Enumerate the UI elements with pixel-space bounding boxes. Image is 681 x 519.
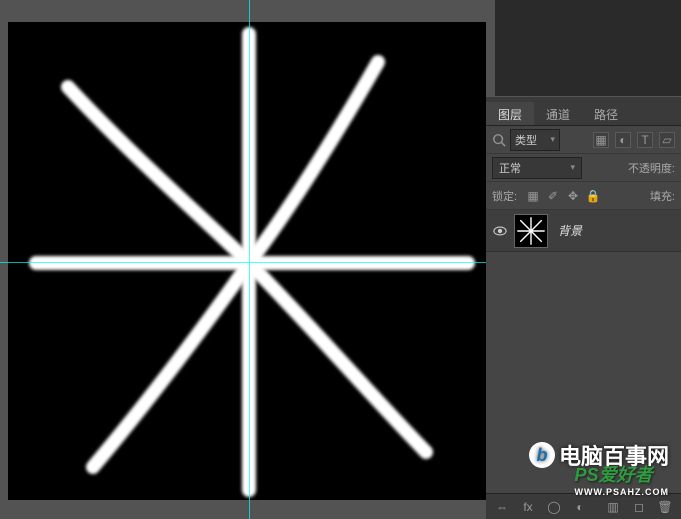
layer-thumbnail[interactable]: [514, 214, 548, 248]
guide-vertical[interactable]: [249, 0, 250, 519]
group-icon[interactable]: ▥: [605, 499, 621, 515]
layer-name[interactable]: 背景: [558, 222, 582, 239]
tab-paths[interactable]: 路径: [582, 102, 630, 125]
opacity-label: 不透明度:: [628, 160, 675, 176]
filter-shape-icon[interactable]: ▱: [659, 132, 675, 148]
search-icon: [492, 133, 506, 147]
filter-pixel-icon[interactable]: ▦: [593, 132, 609, 148]
watermark-ps-text: PS爱好者: [575, 465, 653, 485]
guide-horizontal[interactable]: [0, 262, 495, 263]
canvas-viewport: [0, 0, 495, 519]
tab-layers[interactable]: 图层: [486, 102, 534, 125]
watermark-logo-icon: b: [529, 442, 555, 468]
fx-icon[interactable]: fx: [520, 499, 536, 515]
trash-icon[interactable]: 🗑: [657, 499, 673, 515]
filter-text-icon[interactable]: T: [637, 132, 653, 148]
chevron-down-icon: ▾: [550, 134, 555, 145]
layer-kind-select[interactable]: 类型 ▾: [510, 129, 560, 151]
blend-mode-value: 正常: [499, 160, 521, 176]
panel-tabs: 图层 通道 路径: [486, 102, 681, 126]
filter-row: 类型 ▾ ▦ ◐ T ▱: [486, 126, 681, 154]
layer-kind-label: 类型: [515, 132, 537, 148]
blend-row: 正常 ▾ 不透明度:: [486, 154, 681, 182]
tab-channels[interactable]: 通道: [534, 102, 582, 125]
new-layer-icon[interactable]: ◻: [631, 499, 647, 515]
watermark-ps-url: WWW.PSAHZ.COM: [575, 487, 670, 497]
layer-row[interactable]: 背景: [486, 210, 681, 252]
lock-pixels-icon[interactable]: ✐: [545, 188, 561, 204]
link-layers-icon[interactable]: ⇔: [494, 499, 510, 515]
blend-mode-select[interactable]: 正常 ▾: [492, 157, 582, 179]
chevron-down-icon: ▾: [570, 162, 575, 173]
watermark-ps: PS爱好者 WWW.PSAHZ.COM: [575, 461, 670, 497]
adjustment-layer-icon[interactable]: ◐: [572, 499, 588, 515]
lock-row: 锁定: ▦ ✐ ✥ 🔒 填充:: [486, 182, 681, 210]
document-canvas[interactable]: [8, 22, 486, 500]
lock-label: 锁定:: [492, 188, 517, 204]
lock-transparency-icon[interactable]: ▦: [525, 188, 541, 204]
eye-icon: [493, 224, 507, 238]
layer-visibility-toggle[interactable]: [486, 224, 514, 238]
layer-list: 背景: [486, 210, 681, 252]
fill-label: 填充:: [650, 188, 675, 204]
mask-icon[interactable]: ◯: [546, 499, 562, 515]
filter-adjust-icon[interactable]: ◐: [615, 132, 631, 148]
lock-all-icon[interactable]: 🔒: [585, 188, 601, 204]
lock-position-icon[interactable]: ✥: [565, 188, 581, 204]
